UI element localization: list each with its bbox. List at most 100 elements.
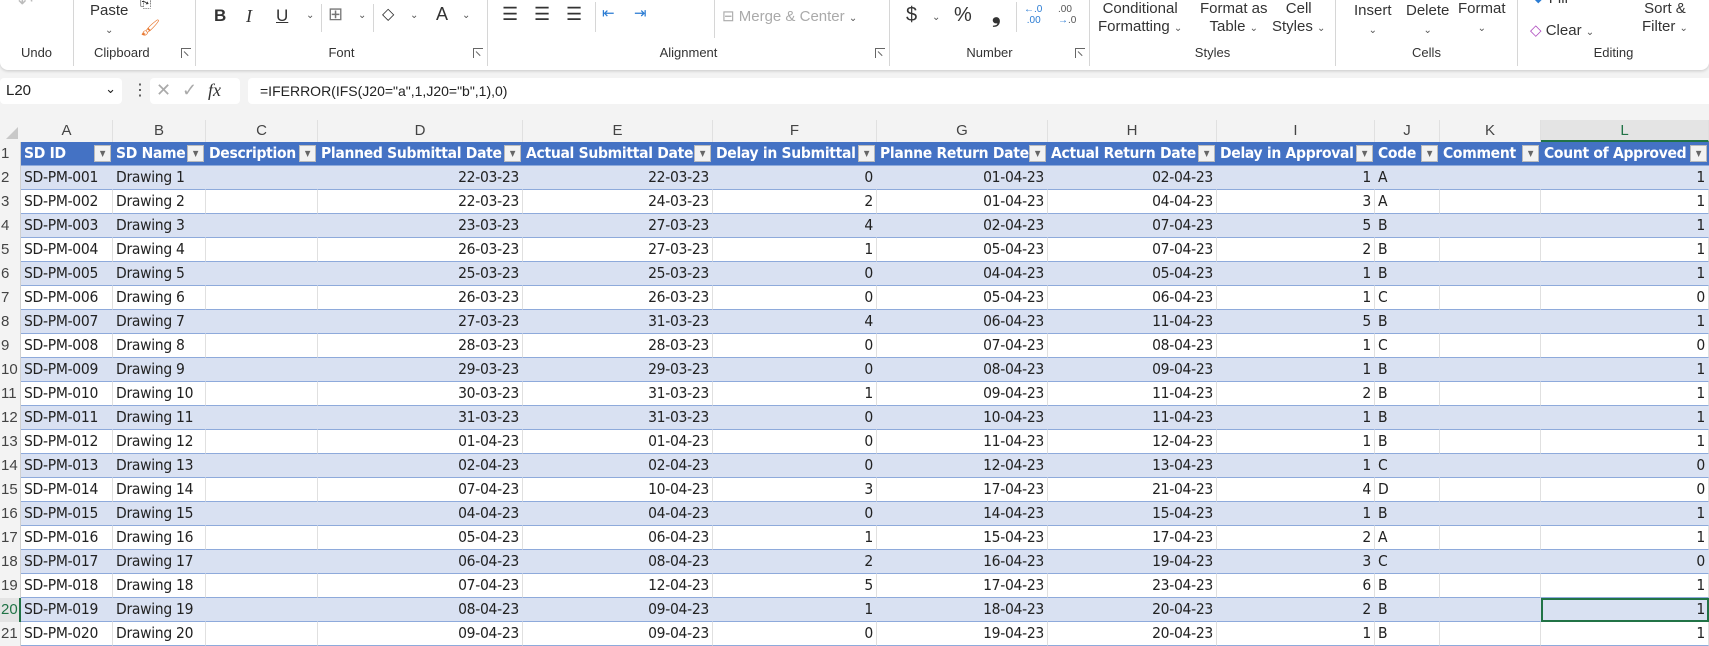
align-right-icon[interactable]: ☰ — [566, 4, 582, 25]
table-cell[interactable]: 4 — [1217, 478, 1375, 502]
table-cell[interactable]: 25-03-23 — [523, 262, 713, 286]
table-cell[interactable]: 3 — [713, 478, 877, 502]
table-cell[interactable]: 12-04-23 — [877, 454, 1048, 478]
column-header-k[interactable]: K — [1440, 120, 1541, 142]
table-cell[interactable] — [1440, 310, 1541, 334]
table-cell[interactable]: Drawing 16 — [113, 526, 206, 550]
table-cell[interactable] — [206, 286, 318, 310]
decrease-indent-icon[interactable]: ⇤ — [602, 4, 615, 22]
table-cell[interactable] — [206, 622, 318, 646]
formula-input[interactable]: =IFERROR(IFS(J20="a",1,J20="b",1),0) — [248, 78, 1709, 104]
table-cell[interactable]: 08-04-23 — [318, 598, 523, 622]
table-cell[interactable]: 01-04-23 — [523, 430, 713, 454]
table-cell[interactable]: 17-04-23 — [1048, 526, 1217, 550]
table-cell[interactable]: 06-04-23 — [1048, 286, 1217, 310]
table-cell[interactable]: SD-PM-009 — [21, 358, 113, 382]
table-cell[interactable]: 01-04-23 — [877, 190, 1048, 214]
table-header-cell[interactable]: Comment ▼ — [1440, 142, 1541, 166]
table-cell[interactable]: 25-03-23 — [318, 262, 523, 286]
column-header-e[interactable]: E — [523, 120, 713, 142]
table-cell[interactable] — [1440, 598, 1541, 622]
table-cell[interactable]: 1 — [713, 238, 877, 262]
table-cell[interactable]: SD-PM-020 — [21, 622, 113, 646]
table-cell[interactable]: SD-PM-005 — [21, 262, 113, 286]
table-cell[interactable]: 27-03-23 — [318, 310, 523, 334]
filter-dropdown-icon[interactable]: ▼ — [694, 145, 711, 162]
table-cell[interactable] — [1440, 238, 1541, 262]
table-cell[interactable]: 0 — [713, 502, 877, 526]
table-cell[interactable]: B — [1375, 382, 1440, 406]
table-cell[interactable]: Drawing 18 — [113, 574, 206, 598]
table-cell[interactable]: B — [1375, 430, 1440, 454]
table-cell[interactable]: 22-03-23 — [318, 166, 523, 190]
table-cell[interactable]: 5 — [1217, 310, 1375, 334]
table-cell[interactable]: 26-03-23 — [318, 238, 523, 262]
table-cell[interactable]: 1 — [1541, 214, 1709, 238]
table-cell[interactable]: 0 — [713, 286, 877, 310]
table-cell[interactable]: 18-04-23 — [877, 598, 1048, 622]
row-header-19[interactable]: 19 — [0, 574, 21, 598]
column-header-j[interactable]: J — [1375, 120, 1440, 142]
table-header-cell[interactable]: SD ID ▼ — [21, 142, 113, 166]
table-cell[interactable]: 1 — [1217, 502, 1375, 526]
table-cell[interactable] — [206, 526, 318, 550]
table-cell[interactable]: 0 — [1541, 334, 1709, 358]
clear-button[interactable]: ◇ Clear ⌄ — [1530, 22, 1594, 42]
paste-button[interactable]: Paste ⌄ — [90, 2, 128, 40]
table-cell[interactable] — [206, 574, 318, 598]
table-cell[interactable]: 23-04-23 — [1048, 574, 1217, 598]
table-cell[interactable]: B — [1375, 238, 1440, 262]
table-cell[interactable]: 31-03-23 — [318, 406, 523, 430]
table-cell[interactable] — [1440, 574, 1541, 598]
table-cell[interactable] — [206, 310, 318, 334]
table-cell[interactable]: 2 — [1217, 238, 1375, 262]
table-cell[interactable]: 11-04-23 — [1048, 310, 1217, 334]
table-header-cell[interactable]: Count of Approved ▼ — [1541, 142, 1709, 166]
table-cell[interactable]: 15-04-23 — [877, 526, 1048, 550]
table-cell[interactable] — [1440, 286, 1541, 310]
row-header-8[interactable]: 8 — [0, 310, 21, 334]
table-cell[interactable]: SD-PM-013 — [21, 454, 113, 478]
table-cell[interactable]: B — [1375, 310, 1440, 334]
table-cell[interactable]: 0 — [713, 334, 877, 358]
table-cell[interactable]: 1 — [1217, 262, 1375, 286]
table-cell[interactable]: SD-PM-008 — [21, 334, 113, 358]
table-cell[interactable]: 30-03-23 — [318, 382, 523, 406]
table-cell[interactable] — [1440, 334, 1541, 358]
table-cell[interactable]: 1 — [1217, 406, 1375, 430]
table-cell[interactable]: D — [1375, 478, 1440, 502]
table-cell[interactable]: SD-PM-004 — [21, 238, 113, 262]
table-cell[interactable]: 10-04-23 — [877, 406, 1048, 430]
filter-dropdown-icon[interactable]: ▼ — [187, 145, 204, 162]
filter-dropdown-icon[interactable]: ▼ — [1029, 145, 1046, 162]
table-cell[interactable] — [206, 454, 318, 478]
table-cell[interactable]: 07-04-23 — [318, 574, 523, 598]
table-cell[interactable]: 0 — [713, 406, 877, 430]
column-header-f[interactable]: F — [713, 120, 877, 142]
column-header-c[interactable]: C — [206, 120, 318, 142]
table-cell[interactable]: 29-03-23 — [318, 358, 523, 382]
table-cell[interactable]: 29-03-23 — [523, 358, 713, 382]
table-cell[interactable]: B — [1375, 262, 1440, 286]
table-cell[interactable] — [206, 502, 318, 526]
table-cell[interactable] — [1440, 550, 1541, 574]
table-cell[interactable]: 23-03-23 — [318, 214, 523, 238]
table-cell[interactable]: 04-04-23 — [523, 502, 713, 526]
table-cell[interactable] — [1440, 430, 1541, 454]
chevron-down-icon[interactable]: ⌄ — [932, 12, 940, 23]
table-cell[interactable]: 4 — [713, 214, 877, 238]
table-cell[interactable]: 24-03-23 — [523, 190, 713, 214]
chevron-down-icon[interactable]: ⌄ — [462, 10, 470, 21]
table-cell[interactable]: 05-04-23 — [877, 286, 1048, 310]
table-cell[interactable]: 31-03-23 — [523, 382, 713, 406]
table-cell[interactable]: 10-04-23 — [523, 478, 713, 502]
table-cell[interactable]: B — [1375, 622, 1440, 646]
table-header-cell[interactable]: Delay in Approval ▼ — [1217, 142, 1375, 166]
font-launcher-icon[interactable] — [473, 48, 483, 58]
table-cell[interactable]: 07-04-23 — [318, 478, 523, 502]
table-cell[interactable]: B — [1375, 406, 1440, 430]
table-cell[interactable]: 07-04-23 — [877, 334, 1048, 358]
table-cell[interactable]: 0 — [713, 166, 877, 190]
name-box[interactable]: L20 ⌄ — [0, 78, 122, 104]
row-header-4[interactable]: 4 — [0, 214, 21, 238]
